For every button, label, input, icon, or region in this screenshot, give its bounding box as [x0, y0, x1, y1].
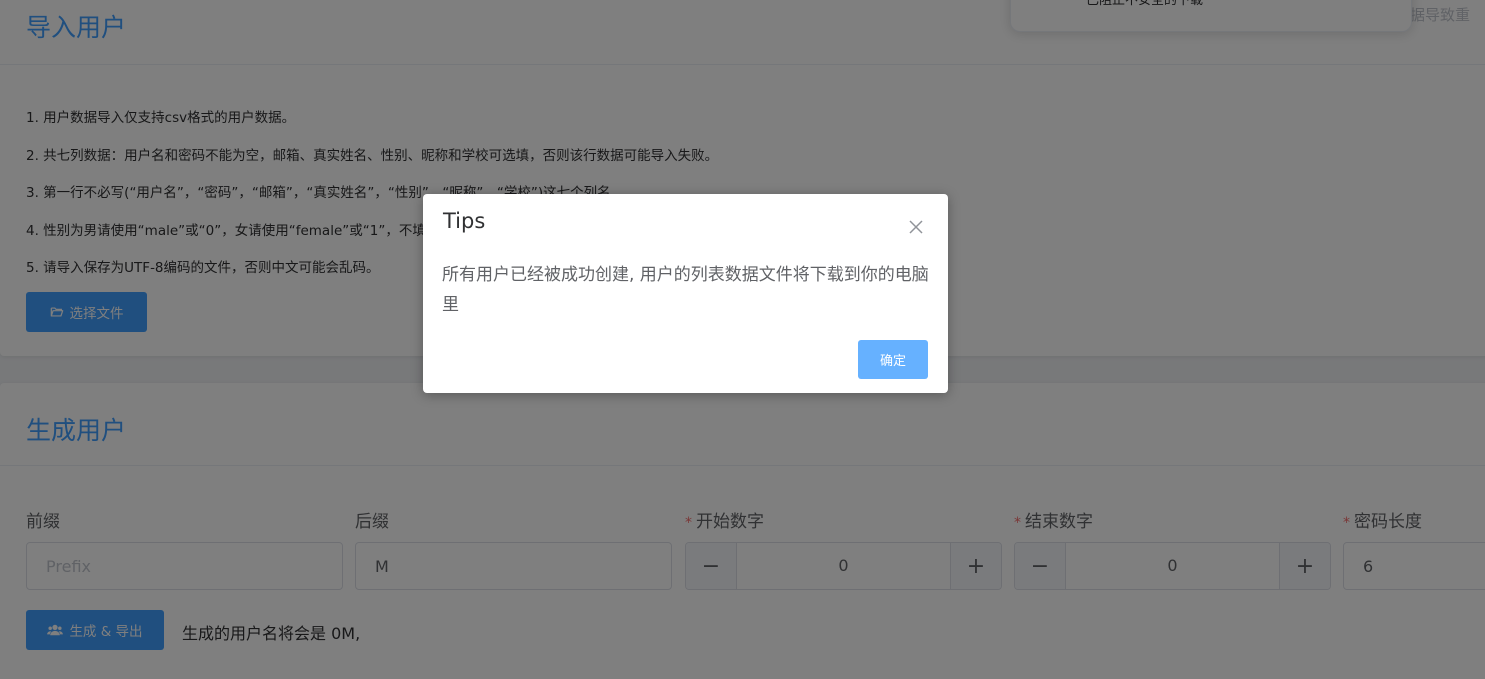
- confirm-button[interactable]: 确定: [858, 340, 928, 379]
- close-icon[interactable]: [907, 218, 925, 236]
- dialog-title: Tips: [443, 209, 486, 233]
- dialog-message: 所有用户已经被成功创建, 用户的列表数据文件将下载到你的电脑里: [442, 265, 929, 315]
- tips-dialog: Tips 所有用户已经被成功创建, 用户的列表数据文件将下载到你的电脑里 确定: [423, 194, 948, 393]
- page: 导入用户 据导致重 1. 用户数据导入仅支持csv格式的用户数据。 2. 共七列…: [0, 0, 1485, 679]
